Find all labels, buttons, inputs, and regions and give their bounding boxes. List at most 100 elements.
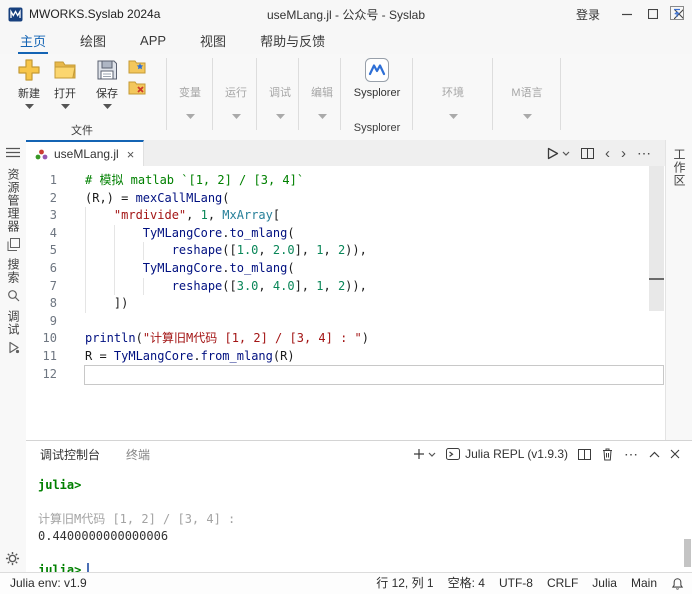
ribbon-tab-bar: 主页 绘图 APP 视图 帮助与反馈 [0, 28, 692, 55]
console-line-dim: 计算旧M代码 [1, 2] / [3, 4] : [38, 512, 243, 526]
mlanguage-group-button: M语言 [503, 84, 551, 119]
code-line-8[interactable]: 8 ]) [26, 295, 666, 313]
debug-caret [275, 114, 285, 119]
debug-console-output[interactable]: julia> 计算旧M代码 [1, 2] / [3, 4] : 0.4400000… [26, 469, 692, 573]
split-editor-icon[interactable] [581, 147, 594, 160]
console-scrollbar[interactable] [684, 539, 691, 567]
more-actions-icon[interactable]: ⋯ [637, 146, 652, 160]
sidebar-item-search[interactable]: 搜索 [0, 258, 26, 302]
code-line-6[interactable]: 6 TyMLangCore.to_mlang( [26, 260, 666, 278]
tab-close-icon[interactable]: × [127, 147, 135, 162]
status-encoding[interactable]: UTF-8 [499, 573, 533, 594]
app-name: MWORKS.Syslab 2024a [29, 7, 161, 21]
app-logo-icon [8, 7, 23, 21]
maximize-button[interactable] [640, 0, 666, 28]
code-line-5[interactable]: 5 reshape([1.0, 2.0], 1, 2)), [26, 242, 666, 260]
environment-group-button: 环境 [431, 84, 475, 119]
minimize-button[interactable] [614, 0, 640, 28]
code-line-2[interactable]: 2 (R,) = mexCallMLang( [26, 190, 666, 208]
variables-caret [185, 114, 195, 119]
code-line-1[interactable]: 1 # 模拟 matlab `[1, 2] / [3, 4]` [26, 172, 666, 190]
menu-tab-app[interactable]: APP [138, 28, 168, 54]
code-text: (R,) = mexCallMLang( [85, 190, 230, 205]
terminal-icon [446, 448, 461, 460]
notifications-bell-icon[interactable] [671, 577, 684, 591]
code-text: ]) [85, 296, 129, 311]
new-terminal-icon[interactable] [413, 448, 436, 460]
sysplorer-button[interactable]: Sysplorer [346, 57, 408, 99]
file-group-label: 文件 [71, 125, 93, 137]
navigate-back-icon[interactable]: ‹ [605, 146, 610, 161]
sidebar-item-debug[interactable]: 调试 [0, 310, 26, 354]
line-number: 11 [42, 349, 57, 363]
line-number: 12 [42, 366, 57, 381]
code-line-9[interactable]: 9 [26, 313, 666, 331]
split-terminal-icon[interactable] [578, 448, 591, 461]
code-text: reshape([3.0, 4.0], 1, 2)), [171, 278, 367, 293]
tab-title: useMLang.jl [54, 147, 119, 161]
editor-tab-usemlang[interactable]: useMLang.jl × [26, 140, 144, 166]
workspace-panel-tab[interactable]: 工作区 [672, 148, 686, 187]
code-editor[interactable]: 1 # 模拟 matlab `[1, 2] / [3, 4]` 2 (R,) = me… [26, 166, 666, 440]
gear-icon[interactable] [5, 551, 20, 566]
code-text: TyMLangCore.to_mlang( [142, 261, 295, 275]
search-icon [7, 290, 19, 302]
menu-tab-home[interactable]: 主页 [18, 28, 49, 54]
open-button[interactable]: 打开 [46, 57, 84, 109]
menu-tab-plot[interactable]: 绘图 [78, 28, 108, 54]
edit-group-button: 编辑 [300, 84, 344, 119]
status-language-mode[interactable]: Julia [592, 573, 617, 594]
navigate-forward-icon[interactable]: › [621, 146, 626, 161]
debug-run-icon [8, 341, 19, 354]
save-dropdown-caret[interactable] [102, 104, 112, 109]
close-panel-icon[interactable] [670, 449, 680, 459]
code-line-3[interactable]: 3 "mrdivide", 1, MxArray[ [26, 207, 666, 225]
menu-tab-view[interactable]: 视图 [198, 28, 228, 54]
line-number: 7 [49, 278, 57, 293]
open-folder-icon [54, 61, 76, 79]
code-text: R = TyMLangCore.from_mlang(R) [85, 349, 295, 363]
sidebar-item-explorer[interactable]: 资源管理器 [0, 168, 26, 251]
menu-tab-help[interactable]: 帮助与反馈 [258, 28, 327, 54]
panel-more-icon[interactable]: ⋯ [624, 447, 639, 461]
sysplorer-icon [365, 58, 389, 82]
line-number: 10 [42, 331, 57, 346]
variables-group-button: 变量 [168, 84, 212, 119]
panel-tab-debug-console[interactable]: 调试控制台 [40, 446, 100, 463]
new-terminal-caret[interactable] [428, 452, 436, 457]
favorite-folder-icon[interactable] [128, 59, 146, 74]
code-line-7[interactable]: 7 reshape([3.0, 4.0], 1, 2)), [26, 277, 666, 296]
line-number: 1 [49, 173, 57, 187]
editor-scrollbar[interactable] [649, 166, 664, 311]
panel-tab-terminal[interactable]: 终端 [126, 446, 150, 463]
new-dropdown-caret[interactable] [24, 104, 34, 109]
code-line-10[interactable]: 10 println("计算旧M代码 [1, 2] / [3, 4] : ") [26, 330, 666, 348]
run-dropdown-caret[interactable] [562, 151, 570, 156]
close-folder-icon[interactable] [128, 80, 146, 95]
status-indentation[interactable]: 空格: 4 [448, 573, 485, 594]
new-button[interactable]: 新建 [10, 57, 48, 109]
code-line-4[interactable]: 4 TyMLangCore.to_mlang( [26, 224, 666, 243]
trash-icon[interactable] [601, 447, 614, 461]
run-file-icon[interactable] [546, 147, 570, 160]
scrollbar-cursor-mark [649, 278, 664, 280]
open-dropdown-caret[interactable] [60, 104, 70, 109]
login-button[interactable]: 登录 [562, 6, 614, 23]
status-module[interactable]: Main [631, 573, 657, 594]
status-cursor-position[interactable]: 行 12, 列 1 [376, 573, 433, 594]
menu-hamburger-icon[interactable] [6, 147, 20, 158]
status-eol[interactable]: CRLF [547, 573, 578, 594]
line-number: 2 [49, 190, 57, 205]
code-text: println("计算旧M代码 [1, 2] / [3, 4] : ") [85, 331, 369, 346]
code-line-11[interactable]: 11 R = TyMLangCore.from_mlang(R) [26, 348, 666, 366]
code-text: "mrdivide", 1, MxArray[ [113, 208, 281, 223]
code-text: # 模拟 matlab `[1, 2] / [3, 4]` [85, 173, 305, 187]
status-julia-env[interactable]: Julia env: v1.9 [10, 573, 87, 594]
maximize-panel-icon[interactable] [649, 451, 660, 458]
open-label: 打开 [54, 88, 76, 100]
collapse-ribbon-icon[interactable] [670, 6, 684, 20]
code-line-12[interactable]: 12 [26, 366, 666, 384]
save-button[interactable]: 保存 [88, 57, 126, 109]
repl-selector[interactable]: Julia REPL (v1.9.3) [446, 447, 568, 461]
line-number: 5 [49, 243, 57, 258]
